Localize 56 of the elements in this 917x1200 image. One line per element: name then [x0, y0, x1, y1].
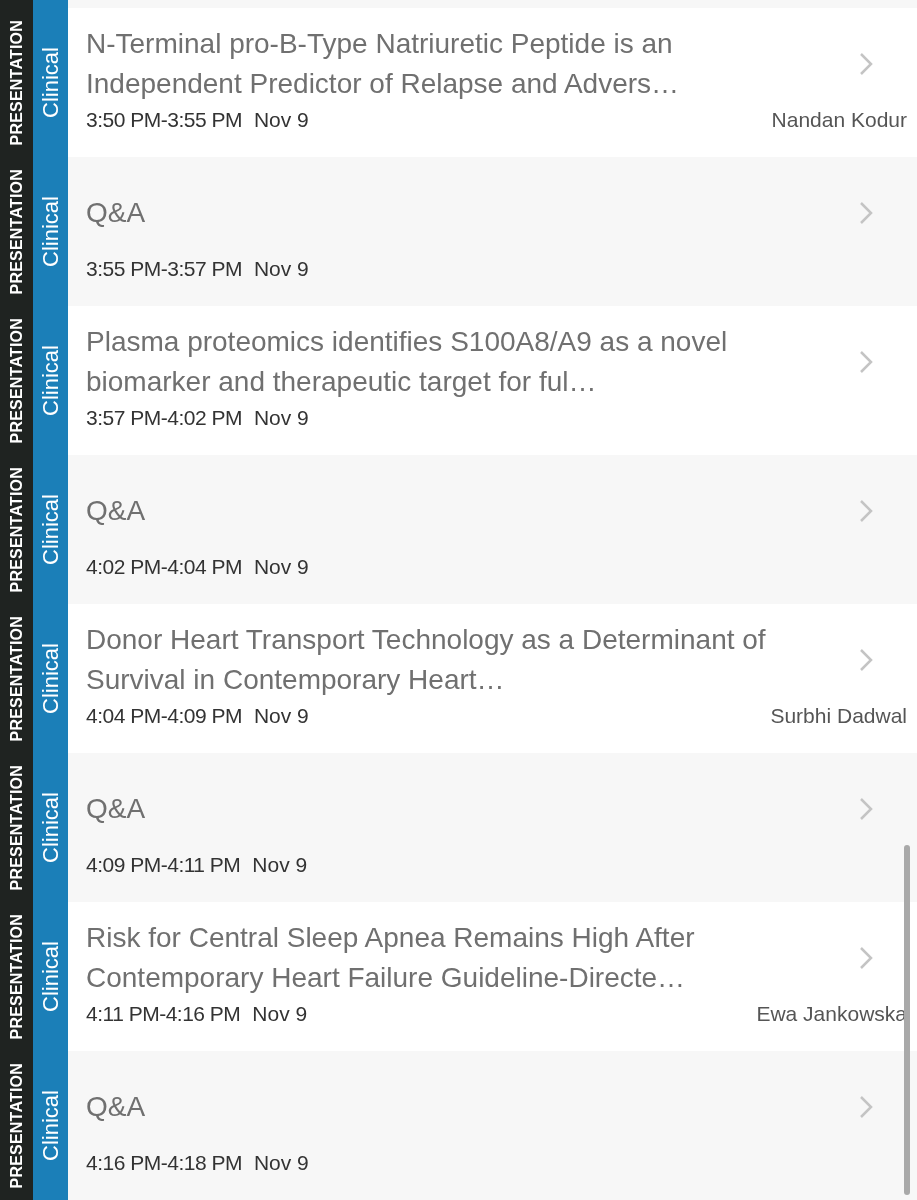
session-title: Q&A: [86, 196, 147, 230]
session-title: N-Terminal pro-B-Type Natriuretic Peptide is an Independent Predictor of Relapse and Advers…: [86, 27, 681, 101]
chevron-right-icon: [859, 648, 873, 672]
session-time: 3:57 PM-4:02 PM: [86, 405, 242, 431]
session-time: 4:16 PM-4:18 PM: [86, 1150, 242, 1176]
session-date: Nov 9: [253, 703, 309, 729]
chevron-right-icon: [859, 946, 873, 970]
session-type-label: PRESENTATION: [6, 466, 26, 593]
session-type-label: PRESENTATION: [6, 1062, 26, 1189]
session-title: Q&A: [86, 792, 147, 826]
session-row[interactable]: PRESENTATION Clinical Plasma proteomics identifies S100A8/A9 as a novel biomarker and therapeutic target for ful… 3:57 PM-4:02 PM Nov 9: [0, 306, 917, 455]
session-time: 4:09 PM-4:11 PM: [86, 852, 241, 878]
session-date: Nov 9: [253, 554, 309, 580]
session-date: Nov 9: [253, 256, 309, 282]
track-label: Clinical: [37, 196, 64, 267]
session-date: Nov 9: [253, 1150, 309, 1176]
session-date: Nov 9: [253, 405, 309, 431]
session-time: 4:02 PM-4:04 PM: [86, 554, 242, 580]
session-date: Nov 9: [253, 107, 309, 133]
session-row[interactable]: PRESENTATION Clinical N-Terminal pro-B-Type Natriuretic Peptide is an Independent Predictor of Relapse and Advers… 3:50 PM-3:55 PM Nov 9 Nandan Kodur: [0, 8, 917, 157]
session-type-label: PRESENTATION: [6, 317, 26, 444]
session-time: 4:11 PM-4:16 PM: [86, 1001, 241, 1027]
session-time: 4:04 PM-4:09 PM: [86, 703, 242, 729]
speaker-name: Nandan Kodur: [771, 107, 907, 133]
session-type-label: PRESENTATION: [6, 913, 26, 1040]
session-type-label: PRESENTATION: [6, 168, 26, 295]
speaker-name: Ewa Jankowska: [756, 1001, 907, 1027]
track-label: Clinical: [37, 1090, 64, 1161]
chevron-right-icon: [859, 797, 873, 821]
session-type-label: PRESENTATION: [6, 764, 26, 891]
track-label: Clinical: [37, 941, 64, 1012]
session-type-label: PRESENTATION: [6, 615, 26, 742]
session-title: Q&A: [86, 1090, 147, 1124]
session-title: Q&A: [86, 494, 147, 528]
session-date: Nov 9: [252, 1001, 308, 1027]
session-row[interactable]: PRESENTATION Clinical Risk for Central Sleep Apnea Remains High After Contemporary Heart Failure Guideline-Directe… 4:11 PM-4:16 PM Nov 9 Ewa Jankowska: [0, 902, 917, 1051]
speaker-name: Surbhi Dadwal: [770, 703, 907, 729]
track-label: Clinical: [37, 47, 64, 118]
session-title: Plasma proteomics identifies S100A8/A9 as a novel biomarker and therapeutic target for ful…: [86, 325, 729, 399]
chevron-right-icon: [859, 1095, 873, 1119]
track-label: Clinical: [37, 643, 64, 714]
chevron-right-icon: [859, 499, 873, 523]
chevron-right-icon: [859, 201, 873, 225]
session-time: 3:50 PM-3:55 PM: [86, 107, 242, 133]
session-title: Donor Heart Transport Technology as a Determinant of Survival in Contemporary Heart…: [86, 623, 767, 697]
scrollbar-thumb[interactable]: [904, 845, 910, 1195]
session-row[interactable]: PRESENTATION Clinical Donor Heart Transport Technology as a Determinant of Survival in Contemporary Heart… 4:04 PM-4:09 PM Nov 9 Surbhi Dadwal: [0, 604, 917, 753]
session-type-label: PRESENTATION: [6, 19, 26, 146]
session-date: Nov 9: [252, 852, 308, 878]
track-label: Clinical: [37, 494, 64, 565]
chevron-right-icon: [859, 350, 873, 374]
session-title: Risk for Central Sleep Apnea Remains High After Contemporary Heart Failure Guideline-Directe…: [86, 921, 696, 995]
chevron-right-icon: [859, 52, 873, 76]
track-label: Clinical: [37, 345, 64, 416]
track-label: Clinical: [37, 792, 64, 863]
session-time: 3:55 PM-3:57 PM: [86, 256, 242, 282]
